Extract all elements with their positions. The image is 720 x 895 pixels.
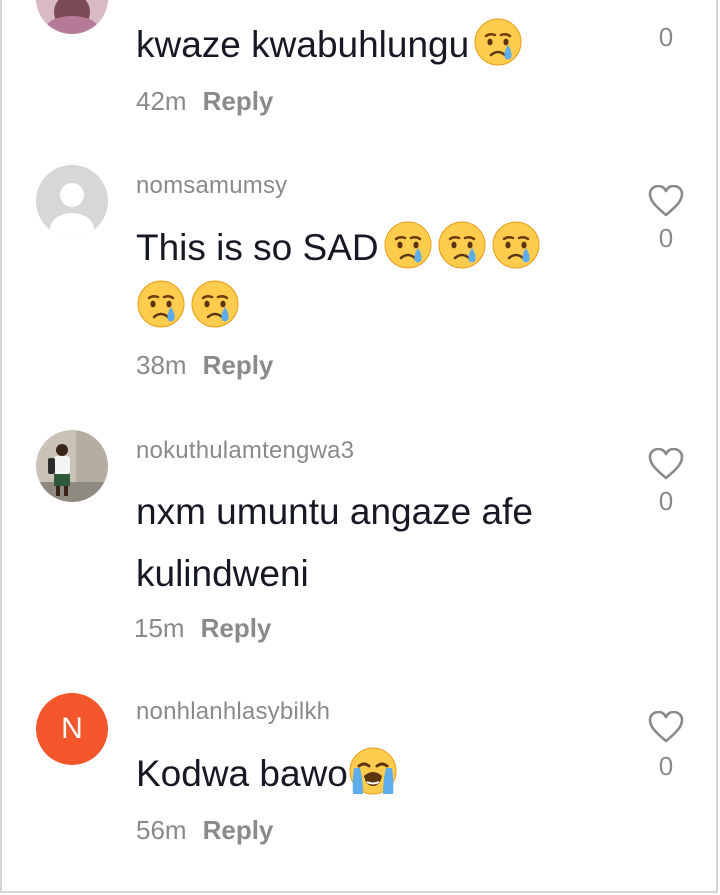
comment-meta: 42m Reply bbox=[136, 86, 273, 117]
comment-username[interactable]: nomsamumsy bbox=[136, 172, 287, 200]
loudly-crying-face-icon bbox=[348, 746, 398, 796]
like-count: 0 bbox=[658, 223, 674, 253]
crying-face-icon bbox=[190, 279, 240, 329]
crying-face-icon bbox=[383, 220, 433, 270]
avatar[interactable] bbox=[36, 165, 108, 237]
comment-username[interactable]: nokuthulamtengwa3 bbox=[136, 437, 354, 465]
crying-face-icon bbox=[437, 220, 487, 270]
comment-meta: 56m Reply bbox=[136, 815, 273, 846]
comment-text: nxm umuntu angaze afe kulindweni bbox=[136, 481, 626, 605]
comment-time: 42m bbox=[136, 86, 187, 116]
reply-button[interactable]: Reply bbox=[203, 815, 274, 845]
reply-button[interactable]: Reply bbox=[203, 86, 274, 116]
crying-face-icon bbox=[491, 220, 541, 270]
avatar[interactable]: N bbox=[36, 693, 108, 765]
reply-button[interactable]: Reply bbox=[203, 350, 274, 380]
comment-time: 56m bbox=[136, 815, 187, 845]
like-count: 0 bbox=[658, 486, 674, 516]
comment-time: 38m bbox=[136, 350, 187, 380]
like-heart-icon[interactable] bbox=[648, 447, 684, 480]
crying-face-icon bbox=[136, 279, 186, 329]
like-count: 0 bbox=[658, 751, 674, 781]
comment-username[interactable]: nonhlanhlasybilkh bbox=[136, 698, 330, 726]
comment-text-line: nxm umuntu angaze afe bbox=[136, 491, 533, 532]
comment-meta: 15m Reply bbox=[134, 613, 271, 644]
avatar[interactable] bbox=[36, 430, 108, 502]
comment-meta: 38m Reply bbox=[136, 350, 273, 381]
comment-text: This is so SAD bbox=[136, 217, 626, 279]
comment-text: kwaze kwabuhlungu bbox=[136, 14, 626, 76]
like-heart-icon[interactable] bbox=[648, 710, 684, 743]
reply-button[interactable]: Reply bbox=[201, 613, 272, 643]
avatar[interactable] bbox=[36, 0, 108, 34]
comment-text: Kodwa bawo bbox=[136, 743, 626, 805]
comment-time: 15m bbox=[134, 613, 185, 643]
like-heart-icon[interactable] bbox=[648, 184, 684, 217]
crying-face-icon bbox=[473, 17, 523, 67]
like-heart-icon[interactable] bbox=[648, 0, 684, 14]
like-count: 0 bbox=[658, 22, 674, 52]
avatar-letter: N bbox=[61, 712, 83, 745]
comment-emoji-line bbox=[136, 279, 240, 341]
comment-text-line: kulindweni bbox=[136, 553, 309, 594]
